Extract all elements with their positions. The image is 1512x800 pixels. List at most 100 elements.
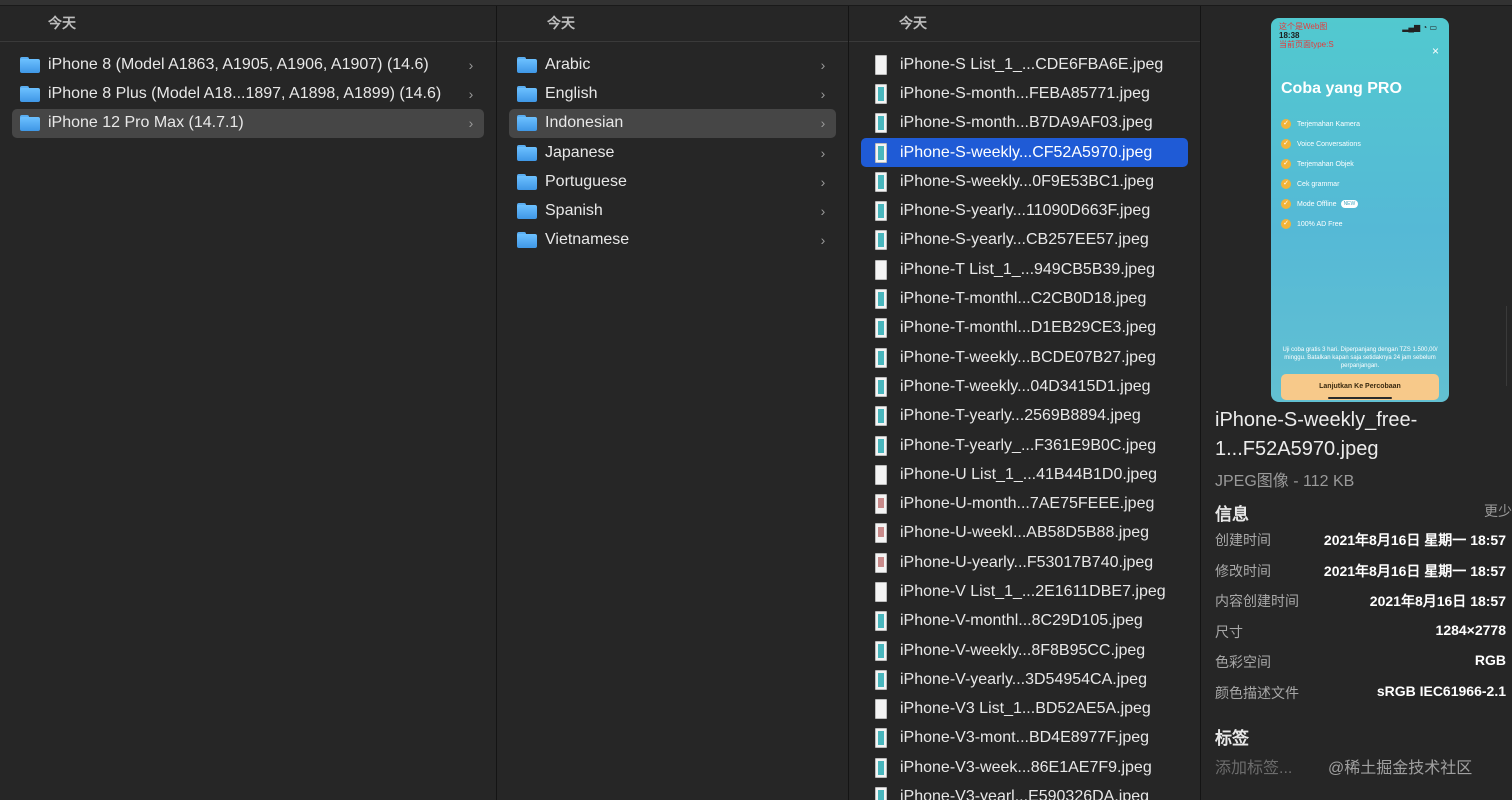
file-row[interactable]: iPhone-S-yearly...11090D663F.jpeg: [861, 196, 1188, 225]
image-file-icon: [875, 142, 887, 163]
image-file-icon: [875, 171, 887, 192]
file-row[interactable]: iPhone-S-month...B7DA9AF03.jpeg: [861, 109, 1188, 138]
folder-icon: [517, 115, 537, 132]
watermark: @稀土掘金技术社区: [1328, 760, 1473, 777]
info-key: 色彩空间: [1215, 654, 1271, 670]
tags-heading: 标签: [1215, 729, 1249, 748]
feature-item: ✓ 100% AD Free: [1281, 214, 1361, 234]
scrollbar[interactable]: [1506, 306, 1512, 386]
preview-pane: 这个是Web图 18:38 当前页面type:S ▂▄▆ ◔ ▭ × Coba …: [1201, 6, 1512, 800]
file-name: iPhone-T-weekly...BCDE07B27.jpeg: [900, 348, 1156, 366]
file-name: iPhone-S-month...B7DA9AF03.jpeg: [900, 114, 1153, 132]
file-row[interactable]: iPhone-U-weekl...AB58D5B88.jpeg: [861, 519, 1188, 548]
file-row[interactable]: iPhone-U List_1_...41B44B1D0.jpeg: [861, 460, 1188, 489]
chevron-right-icon: ›: [468, 85, 474, 102]
folder-name: iPhone 12 Pro Max (14.7.1): [48, 114, 244, 132]
chevron-right-icon: ›: [820, 144, 826, 161]
column-devices[interactable]: 今天 iPhone 8 (Model A1863, A1905, A1906, …: [0, 6, 497, 800]
feature-item: ✓ Voice Conversations: [1281, 134, 1361, 154]
file-row[interactable]: iPhone-V-yearly...3D54954CA.jpeg: [861, 665, 1188, 694]
file-name: iPhone-S-yearly...11090D663F.jpeg: [900, 202, 1151, 220]
feature-label: Voice Conversations: [1297, 140, 1361, 148]
folder-row[interactable]: Vietnamese ›: [509, 226, 836, 255]
folder-row[interactable]: Japanese ›: [509, 138, 836, 167]
folder-icon: [517, 144, 537, 161]
image-file-icon: [875, 494, 887, 515]
check-icon: ✓: [1281, 119, 1291, 129]
file-row[interactable]: iPhone-V-weekly...8F8B95CC.jpeg: [861, 636, 1188, 665]
phone-time: 18:38: [1279, 31, 1300, 40]
feature-label: Mode Offline: [1297, 200, 1337, 208]
info-heading: 信息: [1215, 505, 1249, 524]
file-row[interactable]: iPhone-V3-yearl...E590326DA.jpeg: [861, 782, 1188, 800]
check-icon: ✓: [1281, 199, 1291, 209]
feature-item: ✓ Mode Offline NEW: [1281, 194, 1361, 214]
info-value: 2021年8月16日 18:57: [1369, 593, 1506, 609]
image-file-icon: [875, 113, 887, 134]
file-row[interactable]: iPhone-V-monthl...8C29D105.jpeg: [861, 607, 1188, 636]
image-file-icon: [875, 699, 887, 720]
folder-row[interactable]: iPhone 12 Pro Max (14.7.1) ›: [12, 108, 484, 138]
file-row[interactable]: iPhone-T-yearly_...F361E9B0C.jpeg: [861, 431, 1188, 460]
file-row[interactable]: iPhone-U-yearly...F53017B740.jpeg: [861, 548, 1188, 577]
column-files[interactable]: 今天 iPhone-S List_1_...CDE6FBA6E.jpeg iPho…: [849, 6, 1201, 800]
file-row[interactable]: iPhone-T-yearly...2569B8894.jpeg: [861, 402, 1188, 431]
info-key: 颜色描述文件: [1215, 685, 1299, 701]
phone-status: 这个是Web图 18:38 当前页面type:S: [1279, 22, 1334, 49]
feature-item: ✓ Terjemahan Kamera: [1281, 114, 1361, 134]
info-value: 1284×2778: [1435, 622, 1506, 638]
file-name: iPhone-T-yearly...2569B8894.jpeg: [900, 407, 1141, 425]
file-row[interactable]: iPhone-S-yearly...CB257EE57.jpeg: [861, 226, 1188, 255]
file-row[interactable]: iPhone-S List_1_...CDE6FBA6E.jpeg: [861, 50, 1188, 79]
folder-icon: [20, 56, 40, 73]
show-less-link[interactable]: 更少: [1484, 501, 1512, 521]
column-languages[interactable]: 今天 Arabic › English › Indonesian › Japanese › Po…: [497, 6, 849, 800]
feature-list: ✓ Terjemahan Kamera ✓ Voice Conversations ✓ T…: [1281, 114, 1361, 234]
folder-row[interactable]: English ›: [509, 79, 836, 108]
file-row[interactable]: iPhone-V3-week...86E1AE7F9.jpeg: [861, 753, 1188, 782]
finder-window: 今天 iPhone 8 (Model A1863, A1905, A1906, …: [0, 0, 1512, 800]
chevron-right-icon: ›: [468, 115, 474, 132]
add-tag-field[interactable]: 添加标签...: [1215, 754, 1292, 778]
chevron-right-icon: ›: [820, 115, 826, 132]
folder-row[interactable]: Indonesian ›: [509, 108, 836, 138]
folder-row[interactable]: Portuguese ›: [509, 167, 836, 196]
file-name: iPhone-S-weekly...0F9E53BC1.jpeg: [900, 172, 1155, 190]
file-name: iPhone-T List_1_...949CB5B39.jpeg: [900, 260, 1155, 278]
image-file-icon: [875, 230, 887, 251]
image-file-icon: [875, 406, 887, 427]
image-file-icon: [875, 83, 887, 104]
chevron-right-icon: ›: [820, 173, 826, 190]
file-row[interactable]: iPhone-S-weekly...0F9E53BC1.jpeg: [861, 167, 1188, 196]
folder-row[interactable]: iPhone 8 (Model A1863, A1905, A1906, A19…: [12, 50, 484, 79]
file-row[interactable]: iPhone-T-monthl...D1EB29CE3.jpeg: [861, 314, 1188, 343]
folder-row[interactable]: iPhone 8 Plus (Model A18...1897, A1898, …: [12, 79, 484, 108]
file-name: iPhone-T-monthl...C2CB0D18.jpeg: [900, 290, 1147, 308]
file-row[interactable]: iPhone-V3-mont...BD4E8977F.jpeg: [861, 724, 1188, 753]
file-row[interactable]: iPhone-T List_1_...949CB5B39.jpeg: [861, 255, 1188, 284]
file-name: iPhone-V List_1_...2E1611DBE7.jpeg: [900, 582, 1166, 600]
file-row[interactable]: iPhone-U-month...7AE75FEEE.jpeg: [861, 489, 1188, 518]
file-row[interactable]: iPhone-V List_1_...2E1611DBE7.jpeg: [861, 577, 1188, 606]
image-file-icon: [875, 259, 887, 280]
info-row: 内容创建时间 2021年8月16日 18:57: [1215, 591, 1506, 611]
file-row[interactable]: iPhone-S-month...FEBA85771.jpeg: [861, 79, 1188, 108]
file-name: iPhone-U-weekl...AB58D5B88.jpeg: [900, 524, 1150, 542]
file-name: iPhone-T-yearly_...F361E9B0C.jpeg: [900, 436, 1157, 454]
image-file-icon: [875, 347, 887, 368]
folder-row[interactable]: Spanish ›: [509, 196, 836, 225]
info-row: 颜色描述文件 sRGB IEC61966-2.1: [1215, 683, 1506, 703]
file-row[interactable]: iPhone-V3 List_1...BD52AE5A.jpeg: [861, 695, 1188, 724]
column-header-date: 今天: [849, 6, 1200, 42]
info-value: 2021年8月16日 星期一 18:57: [1323, 532, 1506, 548]
file-row[interactable]: iPhone-S-weekly...CF52A5970.jpeg: [861, 137, 1188, 168]
folder-name: Spanish: [545, 202, 603, 220]
file-row[interactable]: iPhone-T-monthl...C2CB0D18.jpeg: [861, 284, 1188, 313]
folder-icon: [517, 203, 537, 220]
phone-status-line2: 当前页面type:S: [1279, 40, 1334, 49]
folder-row[interactable]: Arabic ›: [509, 50, 836, 79]
file-row[interactable]: iPhone-T-weekly...BCDE07B27.jpeg: [861, 343, 1188, 372]
file-row[interactable]: iPhone-T-weekly...04D3415D1.jpeg: [861, 372, 1188, 401]
file-name: iPhone-S-month...FEBA85771.jpeg: [900, 84, 1150, 102]
preview-filetype: JPEG图像 - 112 KB: [1215, 473, 1355, 490]
